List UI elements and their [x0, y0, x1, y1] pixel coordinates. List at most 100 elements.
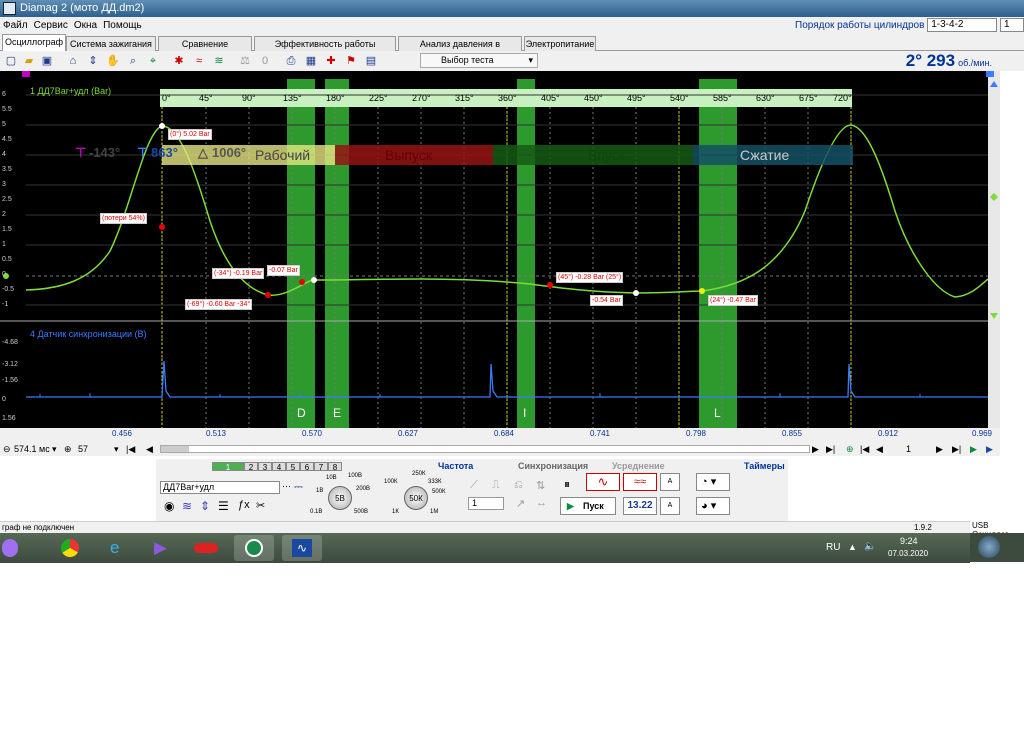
- sync-down-icon[interactable]: ⎌: [514, 479, 523, 492]
- function-icon[interactable]: ƒx: [238, 499, 250, 511]
- vertical-scale-icon[interactable]: ⇕: [200, 499, 210, 513]
- tab-oscilloscope[interactable]: Осциллограф: [2, 34, 66, 52]
- tab-cylinder-compare[interactable]: Сравнение цилиндров: [158, 36, 252, 63]
- channel-tab-6[interactable]: 6: [300, 462, 314, 472]
- tab-cylinder-efficiency[interactable]: Эффективность работы цилиндров: [254, 36, 396, 63]
- wave-icon[interactable]: ≈: [192, 54, 206, 68]
- count-dropdown-icon[interactable]: ▾: [114, 442, 119, 456]
- hand-icon[interactable]: ✋: [106, 54, 120, 68]
- timebase-dropdown-icon[interactable]: ▾: [52, 442, 57, 456]
- next-page-icon[interactable]: ▶: [812, 442, 819, 456]
- cursor-icon[interactable]: ⌖: [146, 54, 160, 68]
- clock-date[interactable]: 07.03.2020: [888, 549, 928, 558]
- channel-tab-1[interactable]: 1: [212, 462, 244, 472]
- oscilloscope-taskbar-button[interactable]: ∿: [282, 535, 322, 561]
- sync-rise-icon[interactable]: ⟋: [470, 479, 478, 492]
- timer-button-1[interactable]: ◔ ▾: [696, 473, 730, 491]
- car-taskbar-button[interactable]: [186, 535, 226, 561]
- scrollbar-thumb[interactable]: [161, 446, 189, 452]
- menu-service[interactable]: Сервис: [31, 17, 71, 35]
- tab-ignition[interactable]: Система зажигания: [66, 36, 156, 51]
- channel-tab-5[interactable]: 5: [286, 462, 300, 472]
- tab-power[interactable]: Электропитание: [524, 36, 596, 51]
- cylinder-spin[interactable]: 1: [1000, 18, 1024, 33]
- scrollbar-track[interactable]: [160, 445, 810, 453]
- save-icon[interactable]: ▣: [40, 54, 54, 68]
- diamag-taskbar-button[interactable]: [234, 535, 274, 561]
- ie-taskbar-button[interactable]: e: [98, 535, 138, 561]
- assistant-icon[interactable]: [2, 539, 18, 557]
- open-folder-icon[interactable]: ▰: [22, 54, 36, 68]
- probe-icon[interactable]: ⎓: [294, 481, 303, 494]
- menu-file[interactable]: Файл: [0, 17, 31, 35]
- prev-page-icon[interactable]: ◀: [146, 442, 153, 456]
- channel-tab-2[interactable]: 2: [244, 462, 258, 472]
- table-icon[interactable]: ▦: [304, 54, 318, 68]
- clock-time[interactable]: 9:24: [900, 536, 918, 546]
- tools-icon[interactable]: ✂: [256, 499, 265, 512]
- tab-pressure-analysis[interactable]: Анализ давления в цилиндре: [398, 36, 522, 63]
- sync-both-icon[interactable]: ⇅: [536, 479, 545, 492]
- sync-arrows-icon[interactable]: ↔: [536, 497, 547, 509]
- zoom-fit-icon[interactable]: ⌂: [66, 54, 80, 68]
- timer-button-2[interactable]: ◕ ▾: [696, 497, 730, 515]
- zoom-out-icon[interactable]: ⊖: [3, 442, 11, 456]
- play-icon[interactable]: ▶: [970, 442, 977, 456]
- channel-tab-7[interactable]: 7: [314, 462, 328, 472]
- step-forward-icon[interactable]: ▶: [936, 442, 943, 456]
- channel-tab-3[interactable]: 3: [258, 462, 272, 472]
- language-indicator[interactable]: RU: [826, 542, 840, 553]
- end-icon[interactable]: ▶|: [952, 442, 961, 456]
- left-marker-tab[interactable]: [22, 71, 30, 77]
- timebase-value[interactable]: 574.1 мс: [14, 442, 50, 456]
- eye-icon[interactable]: ◉: [164, 499, 174, 513]
- zero-icon[interactable]: 0: [258, 54, 272, 68]
- tray-arrow-icon[interactable]: ▲: [848, 542, 857, 552]
- first-page-icon[interactable]: |◀: [126, 442, 135, 456]
- auto2-button[interactable]: A: [660, 497, 680, 515]
- start-orb-icon[interactable]: [978, 536, 1000, 558]
- sync-more-icon[interactable]: ↗: [516, 497, 525, 510]
- volume-icon[interactable]: 🔈: [864, 541, 876, 552]
- sync-channel-select[interactable]: 1: [468, 497, 504, 510]
- wave2-icon[interactable]: ≋: [212, 54, 226, 68]
- chrome-taskbar-button[interactable]: [50, 535, 90, 561]
- auto-button[interactable]: A: [660, 473, 680, 491]
- cylinder-order-select[interactable]: 1-3-4-2: [927, 18, 998, 33]
- magnifier-icon[interactable]: ⌕: [126, 54, 140, 68]
- oscilloscope-view[interactable]: 6 5.5 5 4.5 4 3.5 3 2.5 2 1.5 1 0.5 0 -0…: [0, 71, 1000, 428]
- sine-mode-button[interactable]: ∿: [586, 473, 620, 491]
- menu-help[interactable]: Помощь: [100, 17, 145, 35]
- more-icon[interactable]: ⋯: [282, 481, 291, 492]
- add-icon[interactable]: ⊕: [846, 442, 854, 456]
- marker-icon[interactable]: ✚: [324, 54, 338, 68]
- pause-icon[interactable]: ⏸: [564, 477, 570, 492]
- zoom-in-icon[interactable]: ⊕: [64, 442, 72, 456]
- new-file-icon[interactable]: ▢: [4, 54, 18, 68]
- wave-mode-button[interactable]: ≈≈: [623, 473, 657, 491]
- count-value[interactable]: 57: [78, 442, 88, 456]
- last-page-icon[interactable]: ▶|: [826, 442, 835, 456]
- rewind-icon[interactable]: |◀: [860, 442, 869, 456]
- test-select[interactable]: Выбор теста ▾: [420, 53, 538, 68]
- volt-knob[interactable]: 5В: [328, 486, 352, 510]
- start-button[interactable]: ▶ Пуск: [560, 497, 616, 515]
- channel-tab-8[interactable]: 8: [328, 462, 342, 472]
- frequency-knob[interactable]: 50К: [404, 486, 428, 510]
- sync-up-icon[interactable]: ⎍: [492, 479, 500, 492]
- lines-icon[interactable]: ☰: [218, 499, 229, 513]
- play-fast-icon[interactable]: ▶: [986, 442, 993, 456]
- right-marker-tab[interactable]: [986, 71, 994, 77]
- channel-name-field[interactable]: ДД7Bar+удл: [160, 481, 280, 494]
- channel-tab-4[interactable]: 4: [272, 462, 286, 472]
- document-icon[interactable]: ▤: [364, 54, 378, 68]
- overlay-icon[interactable]: ✱: [172, 54, 186, 68]
- flag-icon[interactable]: ⚑: [344, 54, 358, 68]
- vs-taskbar-button[interactable]: ▶: [142, 535, 182, 561]
- measure-icon[interactable]: ⚖: [238, 54, 252, 68]
- menu-windows[interactable]: Окна: [71, 17, 100, 35]
- zoom-y-icon[interactable]: ⇕: [86, 54, 100, 68]
- print-icon[interactable]: ⎙: [284, 54, 298, 68]
- step-back-icon[interactable]: ◀: [876, 442, 883, 456]
- wave-select-icon[interactable]: ≋: [182, 499, 192, 513]
